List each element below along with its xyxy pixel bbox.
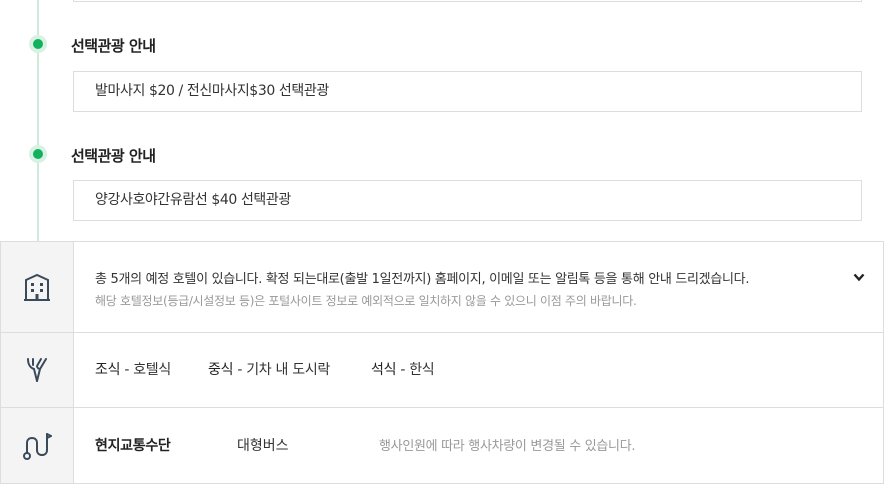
meals-info: 조식 - 호텔식 중식 - 기차 내 도시락 석식 - 한식 [75,333,883,407]
dinner-label: 석식 [371,362,397,378]
timeline-item-content: 발마사지 $20 / 전신마사지$30 선택관광 [73,71,862,112]
timeline-item-title: 선택관광 안내 [71,147,156,165]
breakfast-info: 조식 - 호텔식 [95,359,171,379]
trip-info-table: 총 5개의 예정 호텔이 있습니다. 확정 되는대로(출발 1일전까지) 홈페이… [0,241,884,484]
lunch-value: - 기차 내 도시락 [237,362,331,378]
hotel-main-text: 총 5개의 예정 호텔이 있습니다. 확정 되는대로(출발 1일전까지) 홈페이… [95,272,750,287]
row-icon-cell [1,333,74,407]
building-icon [24,273,50,301]
row-icon-cell [1,242,74,332]
timeline-dot-icon [29,145,47,163]
meals-row: 조식 - 호텔식 중식 - 기차 내 도시락 석식 - 한식 [1,333,883,408]
hotel-info: 총 5개의 예정 호텔이 있습니다. 확정 되는대로(출발 1일전까지) 홈페이… [75,242,883,332]
timeline-item-title: 선택관광 안내 [71,37,156,55]
transport-note: 행사인원에 따라 행사차량이 변경될 수 있습니다. [379,439,636,454]
utensils-icon [27,358,47,382]
schedule-timeline: 선택관광 안내 발마사지 $20 / 전신마사지$30 선택관광 선택관광 안내… [0,0,884,242]
lunch-label: 중식 [208,362,234,378]
breakfast-value: - 호텔식 [124,362,171,378]
timeline-dot-icon [29,35,47,53]
itinerary-detail: 선택관광 안내 발마사지 $20 / 전신마사지$30 선택관광 선택관광 안내… [0,0,884,484]
breakfast-label: 조식 [95,362,121,378]
transport-row: 현지교통수단 대형버스 행사인원에 따라 행사차량이 변경될 수 있습니다. [1,408,883,484]
dinner-info: 석식 - 한식 [371,359,435,379]
chevron-down-icon[interactable] [853,272,865,282]
transport-info: 현지교통수단 대형버스 행사인원에 따라 행사차량이 변경될 수 있습니다. [75,408,883,483]
hotel-sub-text: 해당 호텔정보(등급/시설정보 등)은 포털사이트 정보로 예외적으로 일치하지… [95,294,637,308]
transport-label: 현지교통수단 [95,438,171,454]
transport-value: 대형버스 [237,438,289,454]
route-icon [23,432,52,460]
hotel-row[interactable]: 총 5개의 예정 호텔이 있습니다. 확정 되는대로(출발 1일전까지) 홈페이… [1,242,883,333]
row-icon-cell [1,408,74,483]
timeline-item-content: 양강사호야간유람선 $40 선택관광 [73,180,862,221]
lunch-info: 중식 - 기차 내 도시락 [208,359,330,379]
dinner-value: - 한식 [400,362,435,378]
previous-content-box [73,0,862,2]
